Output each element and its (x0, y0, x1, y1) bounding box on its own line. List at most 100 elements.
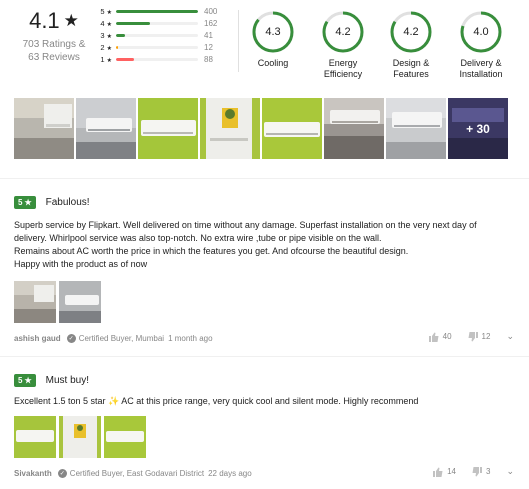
customer-photo[interactable] (386, 98, 446, 159)
report-menu-icon[interactable]: ⌄ (506, 331, 514, 342)
rating-bar-star-value: 5 (100, 7, 105, 17)
customer-photo[interactable] (324, 98, 384, 159)
review-body-line: delivery. Whirlpool service was also top… (14, 233, 382, 243)
rating-distribution: 5 ★ 400 4 ★ 162 3 ★ 41 2 ★ 12 1 ★ 88 (100, 6, 230, 65)
thumbs-down-icon (472, 466, 482, 476)
customer-photo[interactable] (76, 98, 136, 159)
aspect-rating-name: Energy Efficiency (308, 58, 378, 80)
rating-bar-label: 2 ★ (100, 43, 114, 52)
certified-buyer-text: Certified Buyer, Mumbai (78, 333, 165, 343)
rating-bar-count: 12 (204, 42, 213, 52)
star-icon: ★ (106, 22, 112, 29)
review-photo[interactable] (14, 416, 56, 458)
ratings-count: 703 Ratings & (22, 39, 86, 50)
downvote-count: 12 (481, 332, 491, 341)
aspect-rating: 4.3 Cooling (238, 10, 308, 69)
review-photo[interactable] (59, 416, 101, 458)
review-card: 5 ★ Fabulous! Superb service by Flipkart.… (14, 196, 514, 345)
certified-buyer: ✓ Certified Buyer, Mumbai (66, 333, 165, 343)
section-divider (0, 178, 529, 179)
review-photo[interactable] (104, 416, 146, 458)
review-author: Sivakanth (14, 468, 52, 478)
customer-photo[interactable] (262, 98, 322, 159)
review-votes: 14 3 ⌄ (433, 466, 514, 477)
aspect-rating-ring: 4.2 (389, 10, 433, 54)
aspect-rating-name: Cooling (238, 58, 308, 69)
rating-bar-fill (116, 33, 126, 37)
check-circle-icon: ✓ (57, 468, 67, 478)
star-icon: ★ (106, 33, 112, 40)
aspect-rating: 4.0 Delivery & Installation (446, 10, 516, 80)
rating-bar-row: 5 ★ 400 (100, 6, 230, 18)
review-rating-badge: 5 ★ (14, 196, 36, 209)
review-body: Superb service by Flipkart. Well deliver… (14, 219, 514, 271)
review-title: Must buy! (45, 375, 89, 386)
rating-bar-count: 400 (204, 7, 218, 17)
aspect-rating-name-line: Design & (392, 58, 430, 68)
thumbs-up-icon (428, 332, 439, 342)
more-photos-button[interactable]: + 30 (448, 98, 508, 159)
aspect-rating-name: Design & Features (376, 58, 446, 80)
rating-bar-row: 4 ★ 162 (100, 18, 230, 30)
review-rating-value: 5 (18, 198, 23, 207)
downvote-count: 3 (486, 467, 491, 476)
aspect-rating-name-line: Cooling (257, 58, 289, 68)
review-body: Excellent 1.5 ton 5 star ✨ AC at this pr… (14, 395, 514, 408)
overall-rating: 4.1 ★ 703 Ratings & 63 Reviews (14, 8, 94, 64)
aspect-rating-value: 4.2 (335, 26, 351, 38)
check-circle-icon: ✓ (66, 333, 76, 343)
star-icon: ★ (24, 376, 32, 385)
upvote-count: 14 (447, 467, 456, 476)
customer-photo[interactable] (138, 98, 198, 159)
rating-bar-fill (116, 10, 198, 14)
review-photos (14, 416, 514, 458)
rating-bar-fill (116, 22, 150, 26)
rating-bar-row: 3 ★ 41 (100, 30, 230, 42)
review-body-line: Excellent 1.5 ton 5 star ✨ AC at this pr… (14, 396, 419, 406)
review-rating-badge: 5 ★ (14, 374, 36, 387)
aspect-rating-name-line: Features (393, 69, 429, 79)
rating-bar-star-value: 3 (100, 30, 105, 40)
rating-bar-star-value: 2 (100, 42, 105, 52)
star-icon: ★ (63, 11, 79, 30)
rating-bar-star-value: 1 (100, 54, 105, 64)
report-menu-icon[interactable]: ⌄ (506, 466, 514, 477)
star-icon: ★ (106, 57, 112, 64)
downvote-button[interactable]: 3 (472, 466, 491, 477)
aspect-rating-value: 4.0 (473, 26, 489, 38)
aspect-rating-ring: 4.0 (459, 10, 503, 54)
downvote-button[interactable]: 12 (468, 331, 491, 342)
aspect-rating-ring: 4.3 (251, 10, 295, 54)
rating-bar-track (116, 10, 198, 14)
rating-bar-count: 88 (204, 54, 213, 64)
aspect-rating-ring: 4.2 (321, 10, 365, 54)
review-photo[interactable] (59, 281, 101, 323)
customer-photo[interactable] (14, 98, 74, 159)
rating-bar-label: 4 ★ (100, 19, 114, 28)
upvote-button[interactable]: 14 (433, 467, 456, 477)
customer-photos: + 30 (14, 98, 508, 159)
review-author: ashish gaud (14, 333, 61, 343)
rating-bar-row: 1 ★ 88 (100, 53, 230, 65)
rating-bar-track (116, 57, 198, 61)
review-footer: ashish gaud ✓ Certified Buyer, Mumbai 1 … (14, 331, 514, 345)
more-photos-label: + 30 (466, 121, 490, 136)
rating-bar-fill (116, 45, 119, 49)
thumbs-up-icon (433, 467, 443, 477)
review-rating-value: 5 (18, 376, 23, 385)
review-body-line: Happy with the product as of now (14, 259, 148, 269)
aspect-rating-name-line: Delivery & (460, 58, 502, 68)
review-body-line: Superb service by Flipkart. Well deliver… (14, 220, 477, 230)
review-title: Fabulous! (45, 197, 90, 208)
review-photo[interactable] (14, 281, 56, 323)
rating-bar-track (116, 33, 198, 37)
ratings-summary: 4.1 ★ 703 Ratings & 63 Reviews 5 ★ 400 4 ★… (0, 0, 529, 92)
rating-bar-count: 41 (204, 30, 213, 40)
rating-bar-label: 5 ★ (100, 7, 114, 16)
upvote-button[interactable]: 40 (428, 332, 452, 342)
star-icon: ★ (106, 45, 112, 52)
rating-bar-row: 2 ★ 12 (100, 41, 230, 53)
customer-photo[interactable] (200, 98, 260, 159)
aspect-rating-value: 4.3 (265, 26, 281, 38)
aspect-rating-name: Delivery & Installation (446, 58, 516, 80)
